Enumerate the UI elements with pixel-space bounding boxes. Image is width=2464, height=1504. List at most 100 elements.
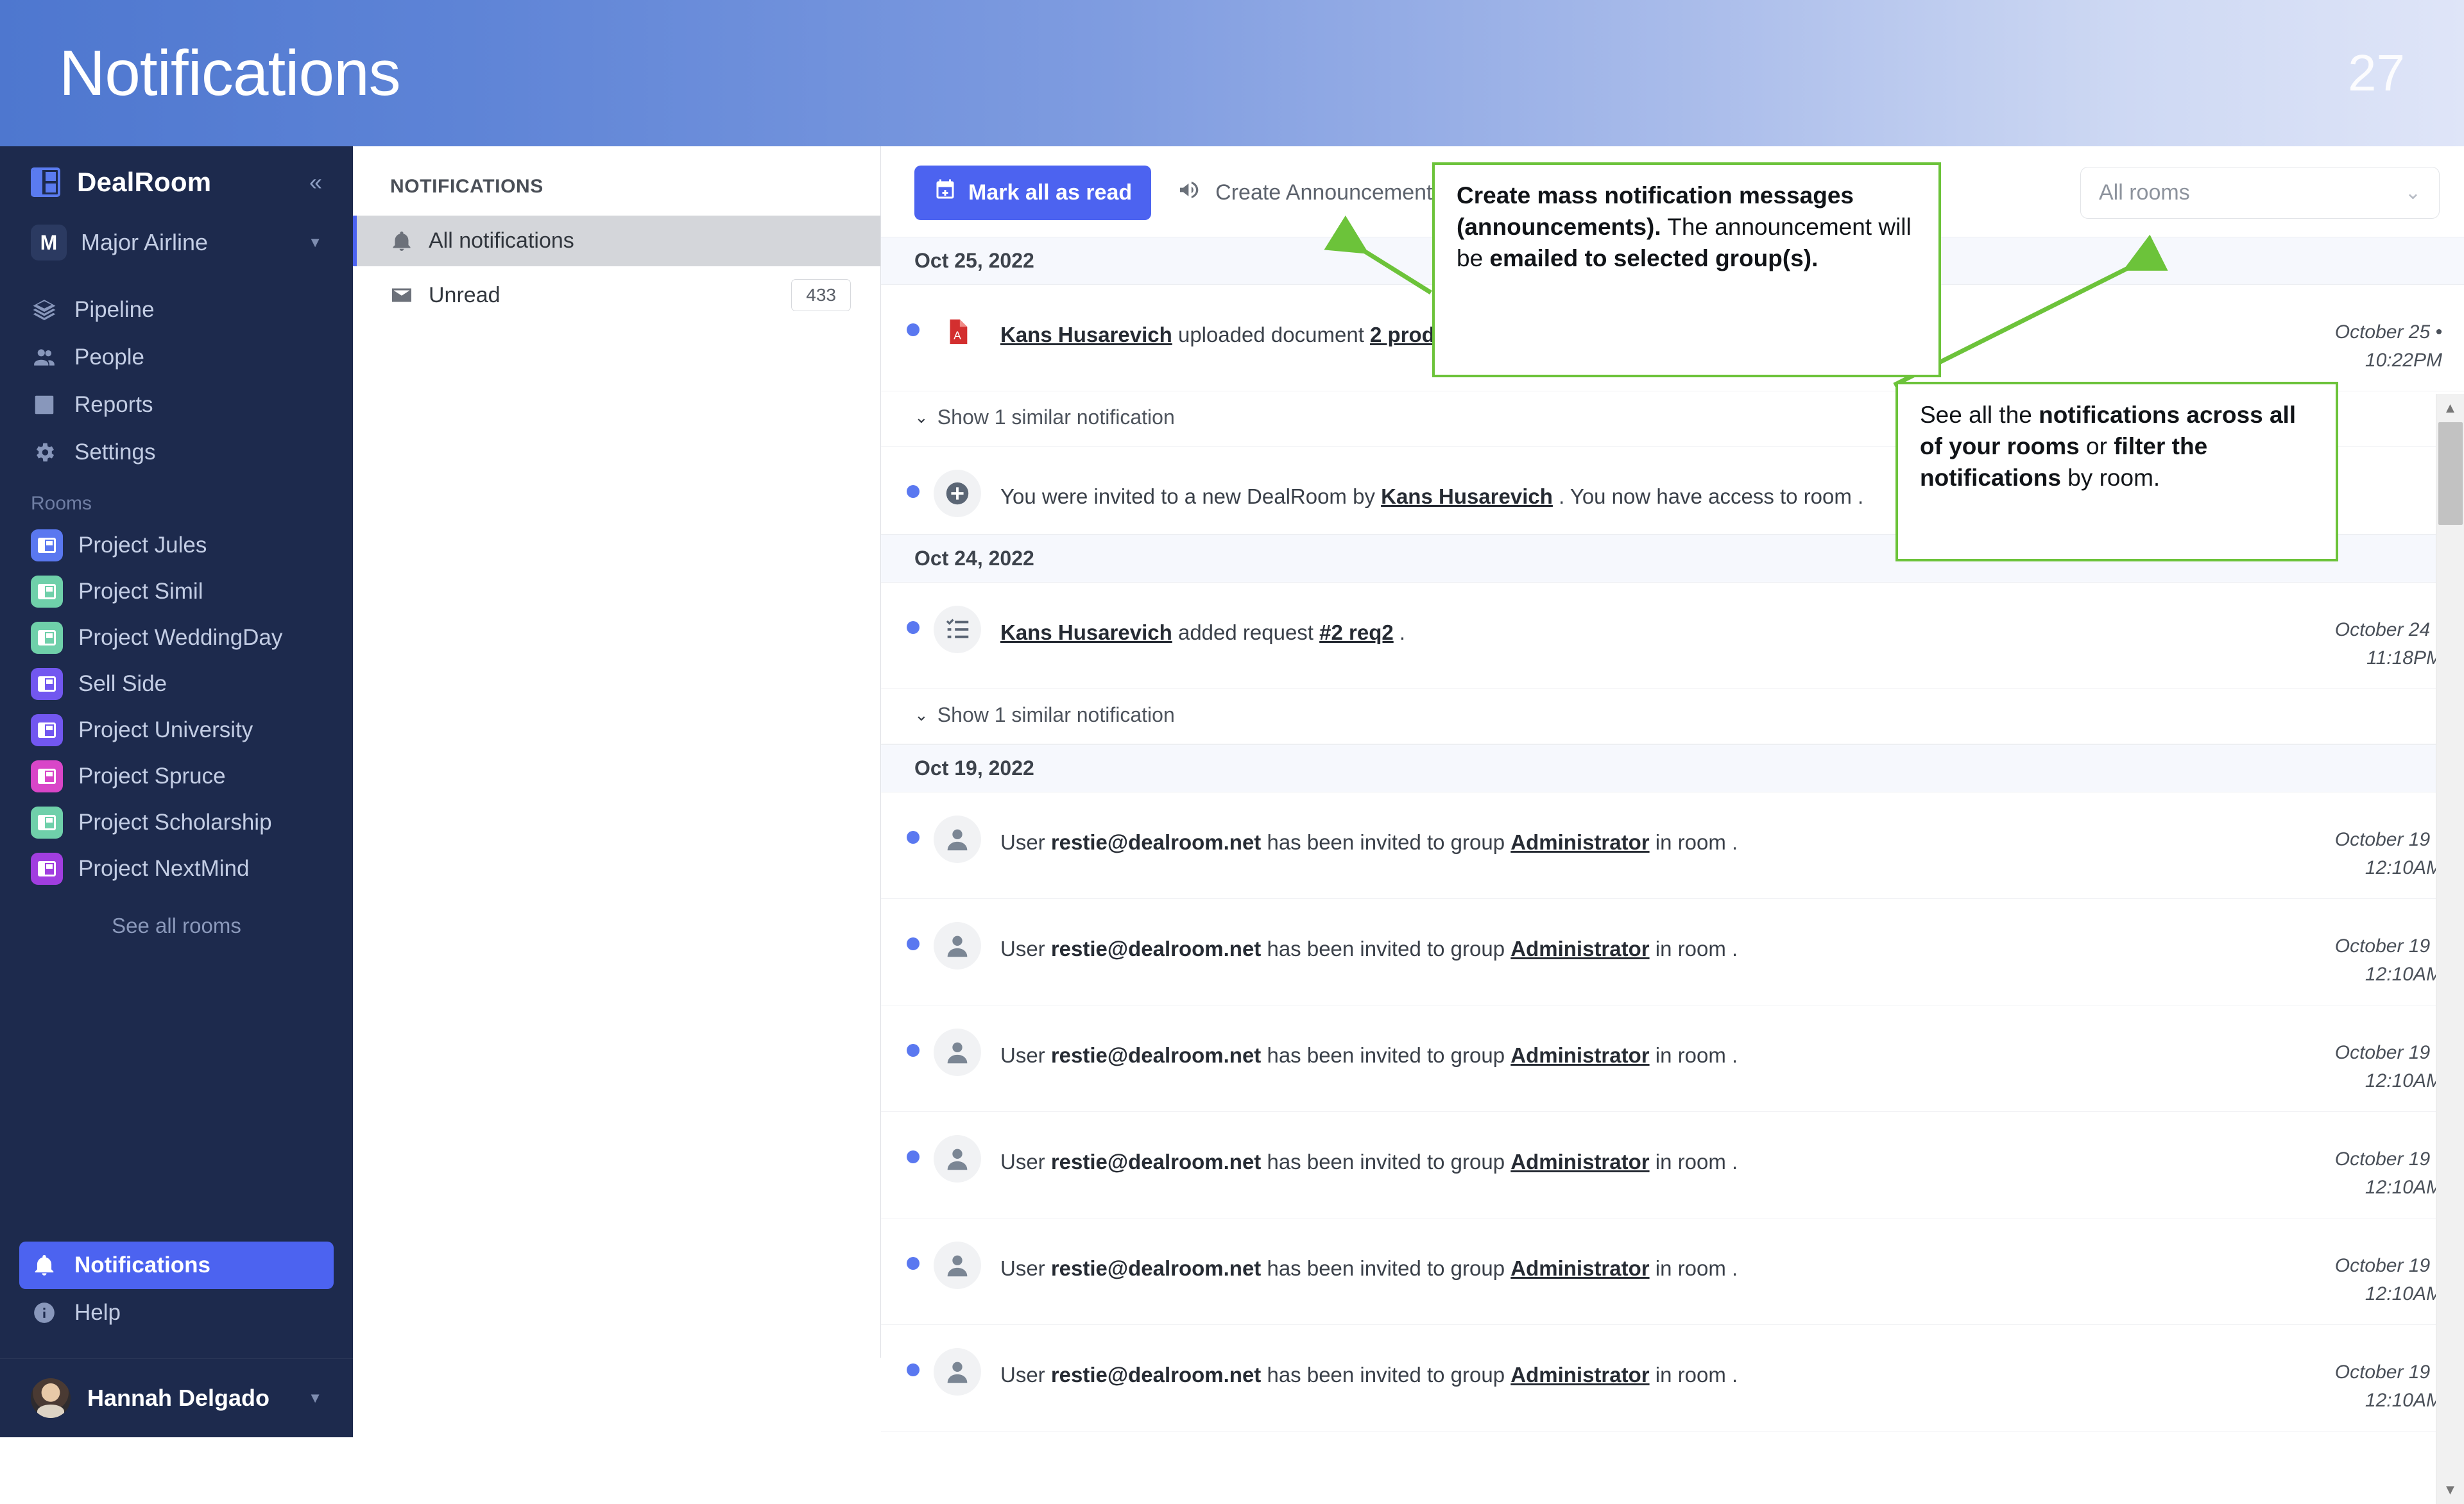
chevron-down-icon[interactable]: ▼ [308,1390,322,1406]
notification-row[interactable]: Kans Husarevich added request #2 req2 .O… [881,583,2464,689]
org-name: Major Airline [81,229,208,256]
notifications-filter-all[interactable]: All notifications [353,216,880,266]
user-profile[interactable]: Hannah Delgado ▼ [0,1358,353,1437]
svg-text:A: A [954,329,961,342]
rooms-section-heading: Rooms [0,476,353,522]
room-icon [31,529,63,561]
notification-row[interactable]: User restie@dealroom.net has been invite… [881,1112,2464,1218]
unread-indicator [907,485,920,498]
sidebar-room-item[interactable]: Project WeddingDay [19,615,334,661]
sidebar-room-item[interactable]: Project NextMind [19,846,334,892]
page-number-badge: 27 [2348,47,2405,99]
user-icon [934,1135,981,1183]
sidebar-room-label: Project WeddingDay [78,625,282,651]
unread-indicator [907,621,920,634]
room-icon [31,760,63,792]
callout-room-filter: See all the notifications across all of … [1895,382,2338,561]
user-icon [934,1029,981,1076]
create-announcement-label: Create Announcement [1215,180,1432,205]
sidebar-room-label: Project Spruce [78,764,226,789]
notification-timestamp: October 19 •12:10AM [2230,1022,2442,1095]
sidebar-item-pipeline[interactable]: Pipeline [19,286,334,334]
notification-row[interactable]: User restie@dealroom.net has been invite… [881,899,2464,1005]
sidebar-room-item[interactable]: Project Simil [19,568,334,615]
sidebar-room-label: Sell Side [78,671,167,697]
room-icon [31,668,63,700]
notification-row[interactable]: User restie@dealroom.net has been invite… [881,792,2464,899]
sidebar-room-item[interactable]: Project Jules [19,522,334,568]
see-all-rooms-link[interactable]: See all rooms [0,892,353,938]
sidebar-item-notifications[interactable]: Notifications [19,1242,334,1289]
unread-indicator [907,937,920,950]
user-icon [934,1242,981,1289]
bell-icon [31,1252,58,1279]
dealroom-logo-icon [31,167,60,197]
info-icon [31,1299,58,1326]
notification-date-header: Oct 19, 2022 [881,744,2464,792]
notification-timestamp: October 19 •12:10AM [2230,809,2442,882]
org-switcher[interactable]: M Major Airline ▼ [19,218,334,267]
notification-text: User restie@dealroom.net has been invite… [981,809,2230,857]
sidebar-nav: Pipeline People Reports Settings [0,286,353,476]
page-banner: Notifications 27 [0,0,2464,146]
sidebar-room-item[interactable]: Project Scholarship [19,799,334,846]
page-title: Notifications [59,41,400,105]
unread-indicator [907,1044,920,1057]
pdf-file-icon: A [934,308,981,355]
vertical-scrollbar[interactable]: ▲ ▼ [2436,394,2464,1504]
plus-circle-icon [934,470,981,517]
room-icon [31,853,63,885]
chevron-down-icon: ⌄ [2405,184,2421,203]
notification-row[interactable]: User restie@dealroom.net has been invite… [881,1218,2464,1325]
avatar [31,1378,71,1418]
room-filter-dropdown[interactable]: All rooms ⌄ [2080,167,2440,219]
sidebar-room-item[interactable]: Project Spruce [19,753,334,799]
chevrons-left-icon[interactable]: « [309,171,322,194]
sidebar-item-label: Pipeline [74,297,155,323]
notification-timestamp: October 19 •12:10AM [2230,916,2442,988]
layers-icon [31,296,58,323]
mark-all-as-read-button[interactable]: Mark all as read [914,166,1151,220]
scroll-down-arrow-icon[interactable]: ▼ [2436,1476,2464,1504]
show-similar-notifications-toggle[interactable]: ⌄ Show 1 similar notification [881,689,2464,744]
sidebar-bottom-nav: Notifications Help [0,1242,353,1337]
chevron-down-icon: ⌄ [914,705,928,725]
sidebar-item-label: People [74,345,144,370]
sidebar-item-settings[interactable]: Settings [19,429,334,476]
chart-bar-icon [31,391,58,418]
sidebar-room-label: Project Jules [78,533,207,558]
notification-row[interactable]: User restie@dealroom.net has been invite… [881,1325,2464,1431]
notification-timestamp: October 24 •11:18PM [2230,599,2442,672]
sidebar: DealRoom « M Major Airline ▼ Pipeline Pe… [0,146,353,1437]
sidebar-room-item[interactable]: Project University [19,707,334,753]
sidebar-item-label: Settings [74,440,155,465]
show-similar-label: Show 1 similar notification [937,703,1175,727]
unread-indicator [907,831,920,844]
notifications-filter-unread[interactable]: Unread 433 [353,266,880,324]
unread-indicator [907,1363,920,1376]
notification-timestamp: October 19 •12:10AM [2230,1235,2442,1308]
create-announcement-button[interactable]: Create Announcement [1177,177,1432,209]
sidebar-item-people[interactable]: People [19,334,334,381]
room-filter-value: All rooms [2099,180,2190,205]
notification-text: User restie@dealroom.net has been invite… [981,1129,2230,1177]
scroll-up-arrow-icon[interactable]: ▲ [2436,394,2464,422]
sidebar-item-help[interactable]: Help [19,1289,334,1337]
mark-all-as-read-label: Mark all as read [968,180,1132,205]
notification-row[interactable]: User restie@dealroom.net has been invite… [881,1005,2464,1112]
sidebar-item-reports[interactable]: Reports [19,381,334,429]
unread-indicator [907,323,920,336]
room-icon [31,576,63,608]
brand-header[interactable]: DealRoom « [0,146,353,214]
callout-text: See all the notifications across all of … [1920,402,2296,491]
sidebar-room-label: Project NextMind [78,856,249,882]
bell-icon [390,230,413,253]
scrollbar-thumb[interactable] [2438,422,2463,525]
user-icon [934,922,981,970]
sidebar-room-item[interactable]: Sell Side [19,661,334,707]
callout-text: Create mass notification messages (annou… [1457,182,1912,271]
notification-text: User restie@dealroom.net has been invite… [981,1235,2230,1283]
chevron-down-icon[interactable]: ▼ [308,234,322,251]
sidebar-room-label: Project University [78,717,253,743]
calendar-plus-icon [934,178,957,207]
